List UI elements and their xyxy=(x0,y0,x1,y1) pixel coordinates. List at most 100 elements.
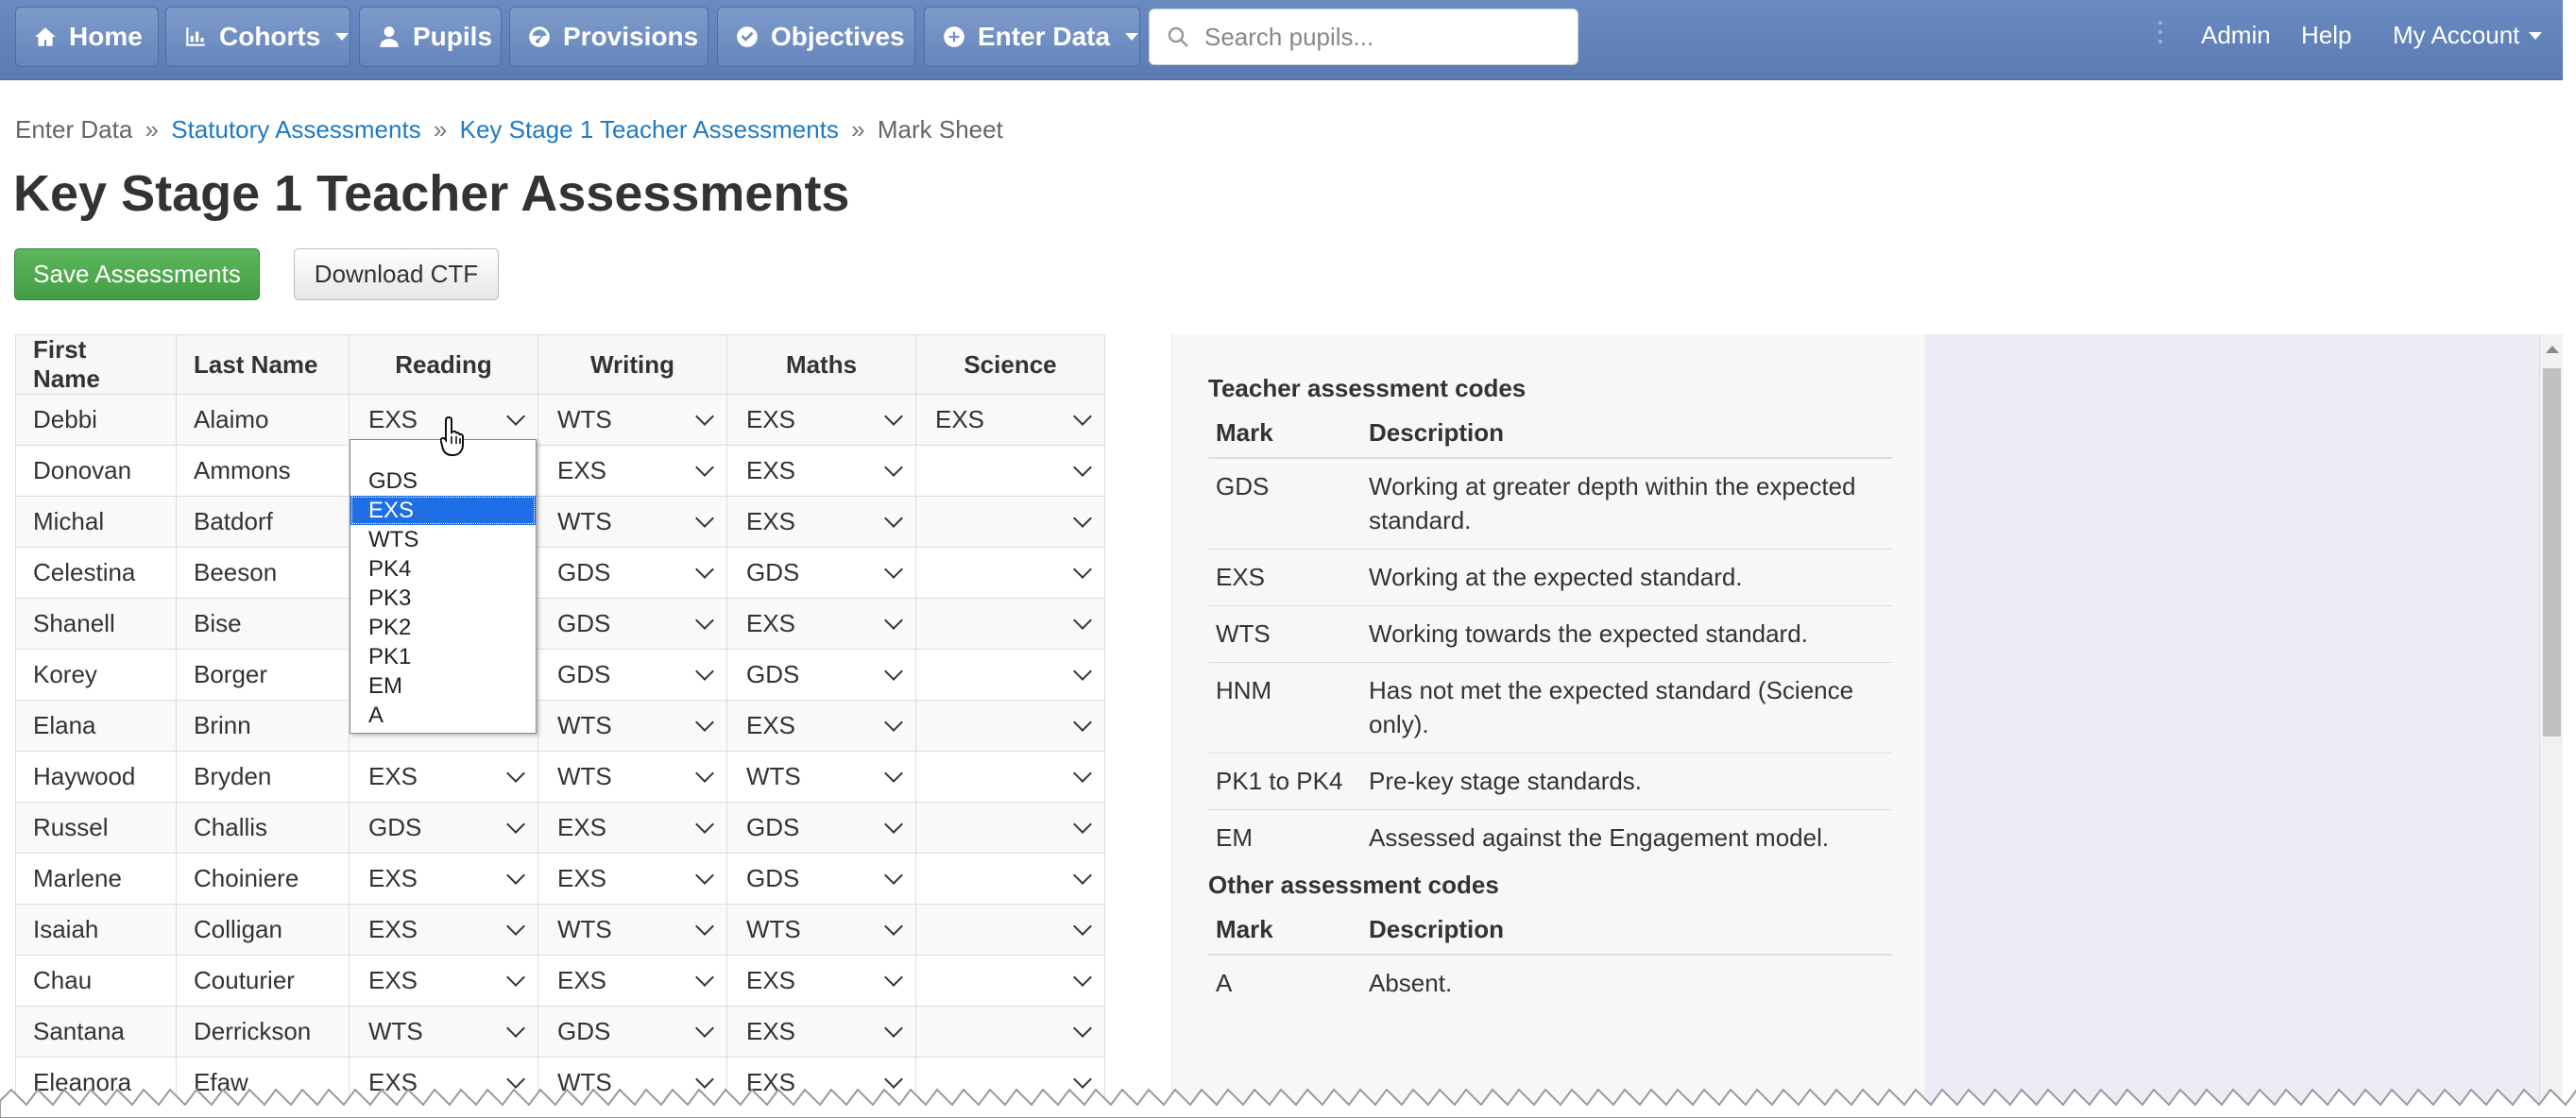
writing-select[interactable]: GDS xyxy=(537,649,727,701)
writing-select[interactable]: WTS xyxy=(537,904,727,956)
bar-chart-icon xyxy=(186,27,205,46)
scrollbar-thumb[interactable] xyxy=(2543,368,2561,737)
reading-select[interactable]: GDS xyxy=(349,802,538,854)
select-control xyxy=(935,1018,1092,1038)
science-select[interactable] xyxy=(915,853,1105,905)
science-select[interactable] xyxy=(915,496,1105,548)
science-select[interactable] xyxy=(915,445,1105,497)
science-select[interactable] xyxy=(915,598,1105,650)
nav-provisions-button[interactable]: Provisions xyxy=(509,7,708,67)
writing-select[interactable]: EXS xyxy=(537,802,727,854)
writing-select[interactable]: WTS xyxy=(537,751,727,803)
my-account-label: My Account xyxy=(2393,21,2520,49)
science-select[interactable] xyxy=(915,1006,1105,1058)
nav-pupils-button[interactable]: Pupils xyxy=(359,7,502,67)
nav-home-button[interactable]: Home xyxy=(15,7,159,67)
nav-admin-link[interactable]: Admin xyxy=(2201,21,2271,50)
nav-help-link[interactable]: Help xyxy=(2301,21,2351,50)
select-value: EXS xyxy=(935,405,985,433)
science-select[interactable] xyxy=(915,802,1105,854)
writing-select[interactable]: GDS xyxy=(537,1006,727,1058)
dropdown-option[interactable]: PK3 xyxy=(350,584,536,613)
select-control: GDS xyxy=(746,558,903,587)
chevron-down-icon xyxy=(1073,814,1092,834)
dropdown-option[interactable]: PK4 xyxy=(350,554,536,584)
breadcrumb-separator: » xyxy=(433,115,448,144)
writing-select[interactable]: WTS xyxy=(537,700,727,752)
download-ctf-button[interactable]: Download CTF xyxy=(294,248,499,300)
select-value: EXS xyxy=(746,966,796,994)
select-control: GDS xyxy=(746,813,903,842)
dropdown-option[interactable]: GDS xyxy=(350,466,536,496)
maths-select[interactable]: EXS xyxy=(726,496,916,548)
reading-select[interactable]: WTS xyxy=(349,1006,538,1058)
dropdown-option[interactable]: PK2 xyxy=(350,613,536,642)
dropdown-option[interactable]: WTS xyxy=(350,525,536,554)
maths-select[interactable]: EXS xyxy=(726,955,916,1007)
nav-enter-data-button[interactable]: Enter Data xyxy=(924,7,1140,67)
writing-select[interactable]: GDS xyxy=(537,598,727,650)
nav-objectives-button[interactable]: Objectives xyxy=(717,7,915,67)
first-name-cell: Donovan xyxy=(15,445,177,497)
maths-select[interactable]: GDS xyxy=(726,649,916,701)
writing-select[interactable]: EXS xyxy=(537,853,727,905)
reading-select[interactable]: EXS xyxy=(349,904,538,956)
select-control: EXS xyxy=(368,915,525,944)
science-select[interactable] xyxy=(915,955,1105,1007)
first-name-cell: Chau xyxy=(15,955,177,1007)
breadcrumb-ks1-link[interactable]: Key Stage 1 Teacher Assessments xyxy=(460,115,839,144)
select-value: EXS xyxy=(368,864,418,892)
code-description: Working towards the expected standard. xyxy=(1361,605,1892,663)
chevron-down-icon xyxy=(1073,457,1092,477)
writing-select[interactable]: WTS xyxy=(537,394,727,446)
breadcrumb-statutory-assessments-link[interactable]: Statutory Assessments xyxy=(171,115,420,144)
dropdown-option[interactable]: A xyxy=(350,701,536,730)
first-name-cell: Michal xyxy=(15,496,177,548)
search-input[interactable] xyxy=(1203,21,1565,53)
table-row: Chau Couturier EXS EXS EXS xyxy=(15,955,1105,1007)
save-assessments-button[interactable]: Save Assessments xyxy=(14,248,260,300)
chevron-down-icon xyxy=(2529,31,2543,40)
dropdown-option-selected[interactable]: EXS xyxy=(350,496,536,525)
nav-cohorts-button[interactable]: Cohorts xyxy=(165,7,350,67)
maths-select[interactable]: GDS xyxy=(726,853,916,905)
window-edge xyxy=(2563,0,2576,1118)
dropdown-option[interactable]: EM xyxy=(350,671,536,701)
writing-select[interactable]: GDS xyxy=(537,547,727,599)
maths-select[interactable]: EXS xyxy=(726,445,916,497)
science-select[interactable]: EXS xyxy=(915,394,1105,446)
writing-select[interactable]: WTS xyxy=(537,496,727,548)
reading-select[interactable]: EXS xyxy=(349,751,538,803)
select-value: WTS xyxy=(368,1017,423,1045)
scroll-up-arrow-icon[interactable] xyxy=(2546,346,2559,353)
last-name-cell: Alaimo xyxy=(176,394,350,446)
science-select[interactable] xyxy=(915,751,1105,803)
writing-select[interactable]: EXS xyxy=(537,445,727,497)
science-select[interactable] xyxy=(915,547,1105,599)
maths-select[interactable]: WTS xyxy=(726,751,916,803)
select-control: GDS xyxy=(557,609,714,638)
maths-select[interactable]: EXS xyxy=(726,394,916,446)
maths-select[interactable]: EXS xyxy=(726,1006,916,1058)
search-icon xyxy=(1168,26,1188,47)
last-name-cell: Batdorf xyxy=(176,496,350,548)
maths-select[interactable]: EXS xyxy=(726,598,916,650)
writing-select[interactable]: EXS xyxy=(537,955,727,1007)
maths-select[interactable]: GDS xyxy=(726,802,916,854)
science-select[interactable] xyxy=(915,649,1105,701)
select-control: EXS xyxy=(557,864,714,893)
maths-select[interactable]: WTS xyxy=(726,904,916,956)
vertical-scrollbar[interactable] xyxy=(2539,334,2564,1118)
chevron-down-icon xyxy=(884,457,903,477)
maths-select[interactable]: EXS xyxy=(726,700,916,752)
last-name-cell: Borger xyxy=(176,649,350,701)
science-select[interactable] xyxy=(915,700,1105,752)
chevron-down-icon xyxy=(695,610,714,630)
reading-select[interactable]: EXS xyxy=(349,955,538,1007)
reading-select[interactable]: EXS xyxy=(349,853,538,905)
maths-select[interactable]: GDS xyxy=(726,547,916,599)
science-select[interactable] xyxy=(915,904,1105,956)
dropdown-option[interactable]: PK1 xyxy=(350,642,536,671)
nav-my-account-link[interactable]: My Account xyxy=(2393,21,2543,50)
select-control: WTS xyxy=(746,915,903,944)
